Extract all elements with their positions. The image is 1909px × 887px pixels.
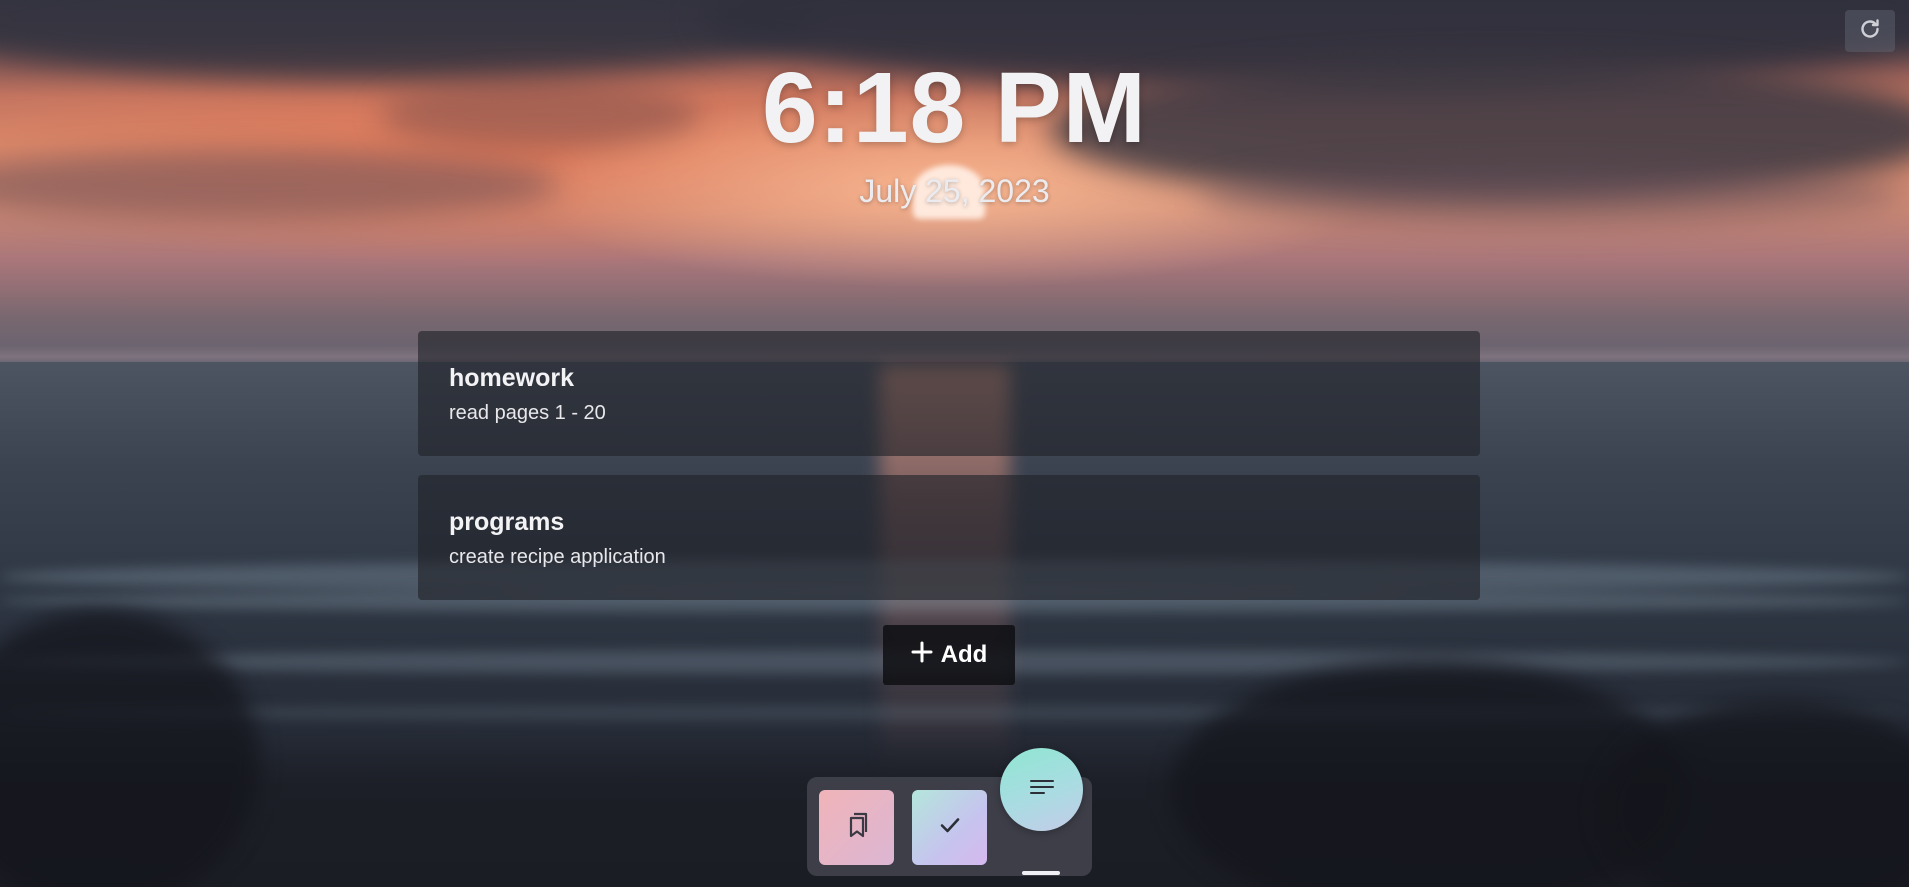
clock-date: July 25, 2023 [859, 173, 1050, 209]
note-title: programs [449, 508, 565, 536]
add-button-label: Add [940, 641, 988, 668]
note-card[interactable]: programs create recipe application [418, 475, 1480, 600]
note-body: read pages 1 - 20 [449, 402, 606, 424]
refresh-button[interactable] [1845, 10, 1895, 52]
note-card[interactable]: homework read pages 1 - 20 [418, 331, 1480, 456]
active-indicator [1022, 871, 1060, 875]
refresh-icon [1858, 17, 1882, 46]
bookmarks-button[interactable] [819, 790, 894, 865]
clock-time: 6:18 PM [762, 52, 1147, 164]
notes-button[interactable] [1000, 748, 1083, 831]
bookmarks-icon [842, 810, 872, 845]
note-title: homework [449, 364, 575, 392]
note-body: create recipe application [449, 546, 666, 568]
plus-icon [911, 641, 933, 670]
checkmark-icon [937, 812, 963, 843]
todo-button[interactable] [912, 790, 987, 865]
add-note-button[interactable]: Add [883, 625, 1015, 685]
notes-list-icon [1029, 776, 1055, 803]
